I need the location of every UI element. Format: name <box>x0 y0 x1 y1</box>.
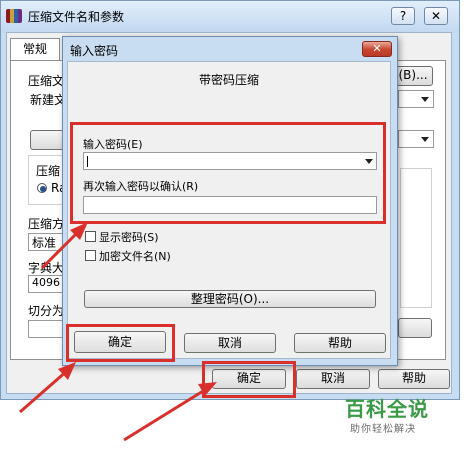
watermark-subtitle: 助你轻松解决 <box>350 424 416 435</box>
arrow-to-window-ok <box>123 386 209 442</box>
arrow-to-dialog-ok <box>19 368 69 414</box>
arrow-to-password-fields <box>40 228 82 270</box>
watermark-title: 百科全说 <box>345 397 429 421</box>
